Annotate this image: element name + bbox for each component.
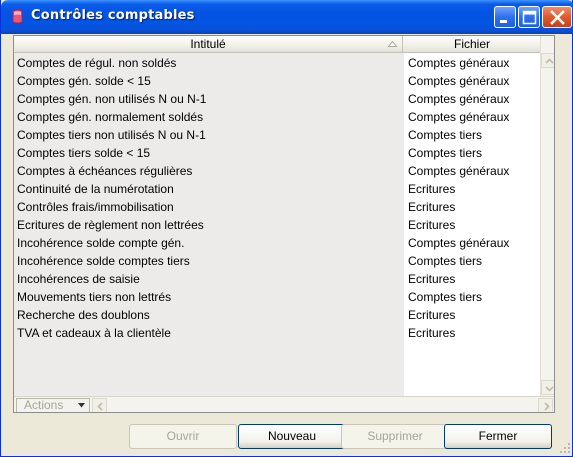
minimize-icon [500,20,507,23]
app-icon [12,9,23,24]
maximize-button[interactable] [518,6,540,28]
fichier-cell: Ecritures [408,200,456,214]
table-row[interactable]: Incohérence solde comptes tiers Comptes t… [14,252,540,270]
table-row[interactable]: Comptes gén. non utilisés N ou N-1 Compte… [14,90,540,108]
window-title: Contrôles comptables [31,8,195,23]
actions-label: Actions [24,398,64,412]
actions-dropdown[interactable]: Actions [16,398,90,412]
arrow-left-icon [97,402,103,411]
fichier-cell: Comptes généraux [408,74,510,88]
fichier-cell: Comptes généraux [408,236,510,250]
list-bottom-bar: Actions [14,396,554,412]
intitule-cell: Comptes de régul. non soldés [17,56,177,70]
intitule-cell: Incohérence solde comptes tiers [17,254,190,268]
resize-grip-icon[interactable] [559,442,571,454]
column-header-fichier[interactable]: Fichier [404,36,540,53]
table-row[interactable]: Ecritures de règlement non lettrées Ecrit… [14,216,540,234]
list-rows: Comptes de régul. non soldés Comptes géné… [14,54,540,342]
fichier-cell: Comptes tiers [408,254,483,268]
intitule-cell: Recherche des doublons [17,308,150,322]
table-row[interactable]: Continuité de la numérotation Ecritures [14,180,540,198]
intitule-cell: Mouvements tiers non lettrés [17,290,172,304]
arrow-right-icon [544,402,550,411]
column-header-intitule[interactable]: Intitulé [14,36,403,53]
fichier-cell: Comptes généraux [408,110,510,124]
intitule-cell: Ecritures de règlement non lettrées [17,218,204,232]
title-bar[interactable]: Contrôles comptables [1,0,573,34]
intitule-cell: TVA et cadeaux à la clientèle [17,326,171,340]
fichier-cell: Comptes tiers [408,290,483,304]
intitule-cell: Comptes tiers solde < 15 [17,146,151,160]
fichier-cell: Ecritures [408,272,456,286]
table-row[interactable]: Contrôles frais/immobilisation Ecritures [14,198,540,216]
table-row[interactable]: Comptes à échéances régulières Comptes gé… [14,162,540,180]
table-row[interactable]: Comptes tiers non utilisés N ou N-1 Compt… [14,126,540,144]
column-header-intitule-label: Intitulé [190,37,226,51]
fichier-cell: Ecritures [408,182,456,196]
vertical-scrollbar[interactable] [540,36,554,396]
fichier-cell: Ecritures [408,308,456,322]
chevron-down-icon [78,403,85,408]
sort-ascending-icon [388,41,397,47]
table-row[interactable]: Comptes tiers solde < 15 Comptes tiers [14,144,540,162]
table-row[interactable]: Recherche des doublons Ecritures [14,306,540,324]
fichier-cell: Ecritures [408,218,456,232]
intitule-cell: Incohérence solde compte gén. [17,236,185,250]
intitule-cell: Comptes gén. normalement soldés [17,110,204,124]
table-row[interactable]: Comptes de régul. non soldés Comptes géné… [14,54,540,72]
arrow-down-icon [545,386,554,392]
window: Contrôles comptables Intitulé Fichier Co… [0,0,573,457]
intitule-cell: Comptes gén. non utilisés N ou N-1 [17,92,207,106]
close-dialog-button[interactable]: Fermer [444,424,552,449]
fichier-cell: Comptes tiers [408,128,483,142]
fichier-cell: Comptes généraux [408,56,510,70]
intitule-cell: Comptes à échéances régulières [17,164,193,178]
table-row[interactable]: Incohérences de saisie Ecritures [14,270,540,288]
scroll-left-button[interactable] [92,398,107,412]
intitule-cell: Continuité de la numérotation [17,182,174,196]
delete-button[interactable]: Supprimer [341,424,449,449]
list-header: Intitulé Fichier [14,36,540,53]
controls-list[interactable]: Intitulé Fichier Comptes de régul. non s… [13,35,555,413]
minimize-button[interactable] [494,6,516,28]
close-button[interactable] [542,6,572,28]
table-row[interactable]: Incohérence solde compte gén. Comptes gén… [14,234,540,252]
intitule-cell: Incohérences de saisie [17,272,140,286]
table-row[interactable]: Mouvements tiers non lettrés Comptes tier… [14,288,540,306]
fichier-cell: Ecritures [408,326,456,340]
scroll-right-button[interactable] [538,398,553,412]
fichier-cell: Comptes tiers [408,146,483,160]
new-button[interactable]: Nouveau [238,424,346,449]
scroll-up-button[interactable] [541,53,554,68]
scroll-down-button[interactable] [541,380,554,395]
table-row[interactable]: Comptes gén. solde < 15 Comptes généraux [14,72,540,90]
maximize-icon [522,10,537,25]
intitule-cell: Contrôles frais/immobilisation [17,200,174,214]
arrow-up-icon [545,58,554,64]
open-button[interactable]: Ouvrir [129,424,237,449]
fichier-cell: Comptes généraux [408,164,510,178]
intitule-cell: Comptes tiers non utilisés N ou N-1 [17,128,206,142]
table-row[interactable]: Comptes gén. normalement soldés Comptes g… [14,108,540,126]
table-row[interactable]: TVA et cadeaux à la clientèle Ecritures [14,324,540,342]
intitule-cell: Comptes gén. solde < 15 [17,74,151,88]
fichier-cell: Comptes généraux [408,92,510,106]
column-header-fichier-label: Fichier [453,37,490,51]
close-icon [550,10,565,25]
